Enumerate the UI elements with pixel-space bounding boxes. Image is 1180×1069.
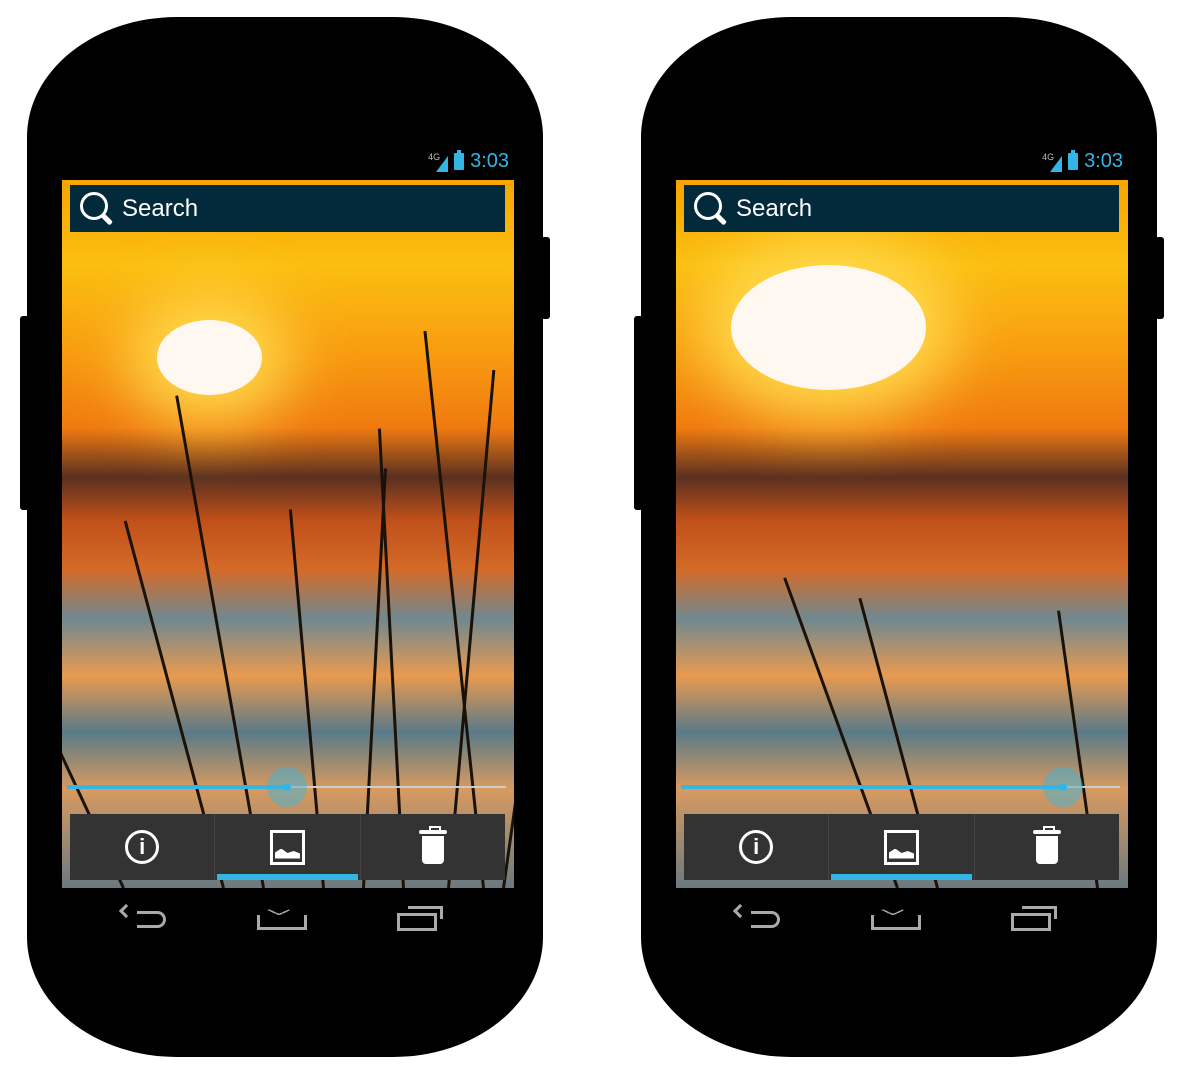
back-icon[interactable] xyxy=(751,911,780,928)
search-icon[interactable] xyxy=(80,191,108,220)
signal-icon: 4G xyxy=(428,152,449,172)
power-button xyxy=(541,237,550,319)
slider-thumb[interactable] xyxy=(266,767,307,807)
image-icon xyxy=(269,829,305,865)
nav-bar xyxy=(137,905,443,931)
search-placeholder: Search xyxy=(736,194,813,222)
screen: Search i xyxy=(62,180,514,888)
info-icon: i xyxy=(125,830,160,864)
sun xyxy=(731,265,926,390)
delete-tab[interactable] xyxy=(975,814,1119,880)
action-bar: i xyxy=(70,814,505,880)
action-bar: i xyxy=(684,814,1119,880)
status-bar: 4G 3:03 xyxy=(428,150,509,173)
power-button xyxy=(1155,237,1164,319)
status-bar: 4G 3:03 xyxy=(1042,150,1123,173)
home-icon[interactable] xyxy=(256,915,307,930)
info-icon: i xyxy=(739,830,774,864)
home-icon[interactable] xyxy=(870,915,921,930)
info-tab[interactable]: i xyxy=(70,814,216,880)
volume-button xyxy=(634,316,643,510)
volume-button xyxy=(20,316,29,510)
info-tab[interactable]: i xyxy=(684,814,830,880)
search-placeholder: Search xyxy=(122,194,199,222)
battery-icon xyxy=(1068,150,1079,170)
zoom-slider[interactable] xyxy=(67,767,506,807)
search-bar[interactable]: Search xyxy=(70,185,505,232)
image-tab[interactable] xyxy=(829,814,975,880)
slider-fill xyxy=(67,785,287,789)
back-icon[interactable] xyxy=(137,911,166,928)
slider-thumb[interactable] xyxy=(1042,767,1083,807)
phone-2: 4G 3:03 Search i xyxy=(634,17,1164,1057)
clock: 3:03 xyxy=(470,150,509,172)
delete-tab[interactable] xyxy=(361,814,505,880)
recents-icon[interactable] xyxy=(1011,906,1057,931)
recents-icon[interactable] xyxy=(397,906,443,931)
slider-fill xyxy=(681,785,1063,789)
image-icon xyxy=(883,829,919,865)
search-bar[interactable]: Search xyxy=(684,185,1119,232)
nav-bar xyxy=(751,905,1057,931)
battery-icon xyxy=(454,150,465,170)
sun xyxy=(157,320,262,395)
zoom-slider[interactable] xyxy=(681,767,1120,807)
trash-icon xyxy=(418,826,447,864)
signal-icon: 4G xyxy=(1042,152,1063,172)
trash-icon xyxy=(1032,826,1061,864)
clock: 3:03 xyxy=(1084,150,1123,172)
search-icon[interactable] xyxy=(694,191,722,220)
screen: Search i xyxy=(676,180,1128,888)
phone-1: 4G 3:03 Search i xyxy=(20,17,550,1057)
image-tab[interactable] xyxy=(215,814,361,880)
